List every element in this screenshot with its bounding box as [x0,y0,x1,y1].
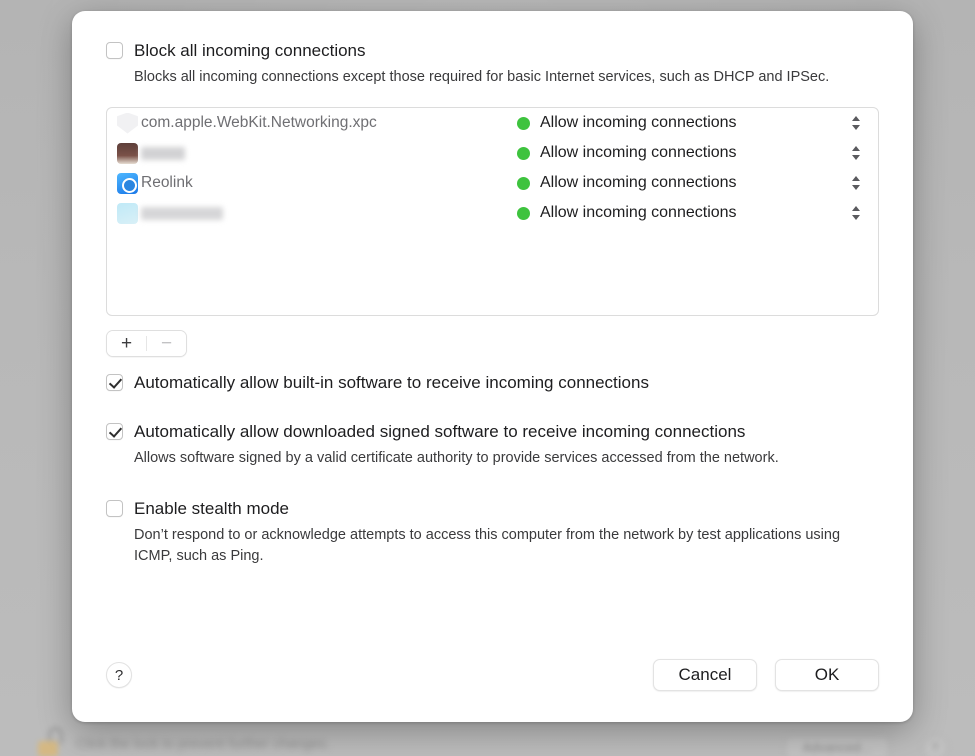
advanced-button[interactable]: Advanced... [785,736,889,756]
app-cell [117,202,517,224]
apps-list[interactable]: com.apple.WebKit.Networking.xpc Allow in… [106,107,879,316]
stealth-mode-label: Enable stealth mode [134,499,289,518]
table-row[interactable]: com.apple.WebKit.Networking.xpc Allow in… [107,108,878,138]
dialog-footer: ? Cancel OK [106,659,879,691]
help-button[interactable]: ? [106,662,132,688]
firewall-options-sheet: Block all incoming connections Blocks al… [72,11,913,722]
chevron-updown-icon[interactable] [850,113,862,133]
app-cell: com.apple.WebKit.Networking.xpc [117,112,517,134]
status-cell[interactable]: Allow incoming connections [517,203,862,223]
chevron-updown-icon[interactable] [850,173,862,193]
status-cell[interactable]: Allow incoming connections [517,143,862,163]
block-all-incoming-label: Block all incoming connections [134,41,366,60]
table-row[interactable]: Allow incoming connections [107,138,878,168]
block-all-incoming-row[interactable]: Block all incoming connections [106,41,879,60]
background-help-button[interactable]: ? [923,736,947,756]
allow-signed-label: Automatically allow downloaded signed so… [134,422,746,441]
list-add-remove-control[interactable]: + − [106,330,187,357]
reolink-icon [117,172,138,194]
unlocked-padlock-icon[interactable] [38,727,64,756]
padlock-shackle [48,727,63,744]
status-label: Allow incoming connections [540,114,737,131]
app-cell [117,142,517,164]
status-label: Allow incoming connections [540,144,737,161]
add-app-button[interactable]: + [107,331,146,356]
app-name: com.apple.WebKit.Networking.xpc [141,114,377,131]
allow-signed-description: Allows software signed by a valid certif… [134,450,779,466]
status-dot-icon [517,176,530,190]
stealth-mode-description: Don’t respond to or acknowledge attempts… [134,527,841,564]
status-cell[interactable]: Allow incoming connections [517,173,862,193]
status-dot-icon [517,116,530,130]
cancel-button[interactable]: Cancel [653,659,757,691]
allow-signed-row[interactable]: Automatically allow downloaded signed so… [106,422,879,441]
allow-builtin-checkbox[interactable] [106,374,123,391]
app-name-redacted [141,206,223,220]
status-dot-icon [517,146,530,160]
status-dot-icon [517,206,530,220]
stealth-mode-checkbox[interactable] [106,500,123,517]
block-all-incoming-description: Blocks all incoming connections except t… [134,69,830,85]
status-cell[interactable]: Allow incoming connections [517,113,862,133]
app-name: Reolink [141,174,193,191]
brown-app-icon [117,142,138,164]
chevron-updown-icon[interactable] [850,203,862,223]
shield-icon [117,112,138,134]
allow-builtin-label: Automatically allow built-in software to… [134,373,649,392]
table-row[interactable]: Reolink Allow incoming connections [107,168,878,198]
status-label: Allow incoming connections [540,204,737,221]
remove-app-button: − [147,331,186,356]
lock-hint-text: Click the lock to prevent further change… [76,735,330,751]
app-name-redacted [141,146,185,160]
footer-actions: Cancel OK [653,659,879,691]
table-row[interactable]: Allow incoming connections [107,198,878,228]
ok-button[interactable]: OK [775,659,879,691]
stealth-mode-row[interactable]: Enable stealth mode [106,499,879,518]
block-all-incoming-checkbox[interactable] [106,42,123,59]
cyan-app-icon [117,202,138,224]
allow-signed-checkbox[interactable] [106,423,123,440]
app-cell: Reolink [117,172,517,194]
chevron-updown-icon[interactable] [850,143,862,163]
padlock-body [38,741,58,756]
status-label: Allow incoming connections [540,174,737,191]
allow-builtin-row[interactable]: Automatically allow built-in software to… [106,373,879,392]
